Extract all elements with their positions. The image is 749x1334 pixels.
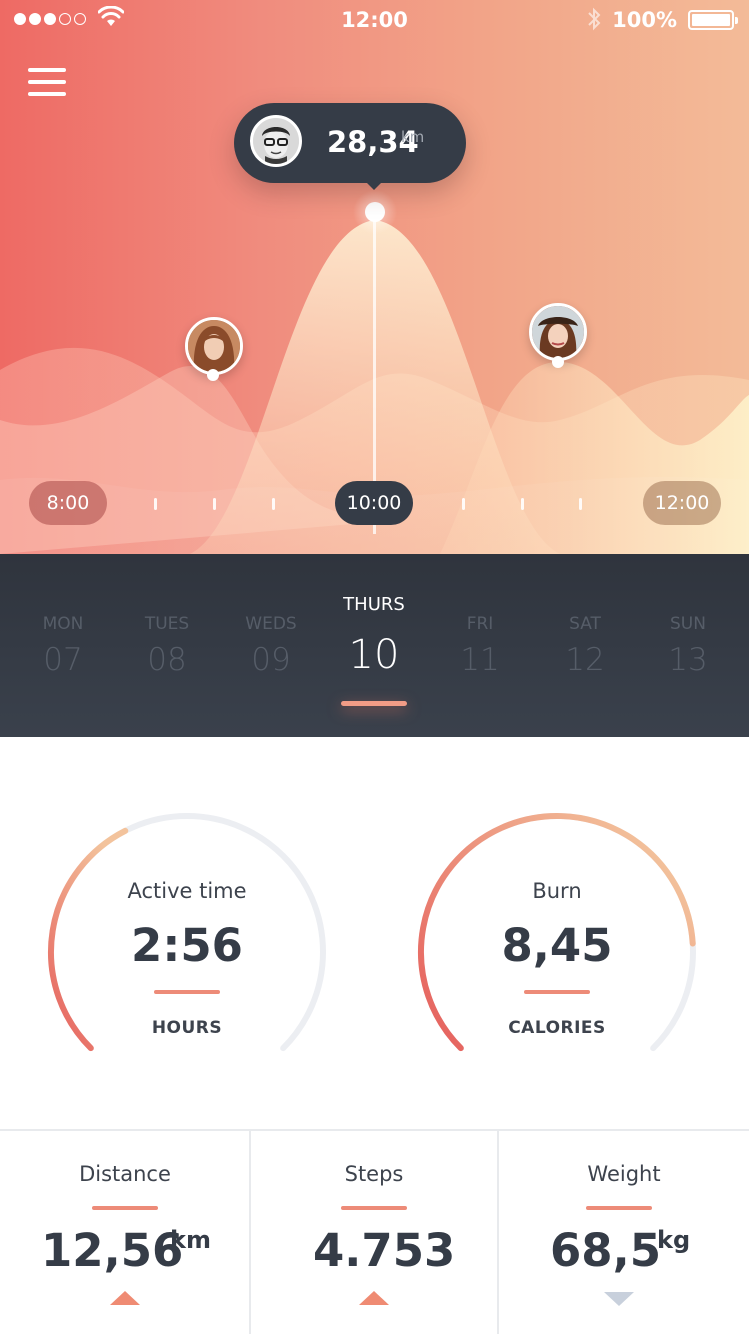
day-name: SAT: [569, 614, 601, 634]
timeline-tick: [272, 498, 275, 510]
app-screen: 12:00 100% 28,34 km 8:00 10:00 12:00 MON…: [0, 0, 749, 1334]
day-selector: MON 07 TUES 08 WEDS 09 THURS 10 FRI 11 S…: [0, 554, 749, 737]
burn-unit: CALORIES: [508, 1018, 606, 1038]
time-pill-start[interactable]: 8:00: [29, 481, 107, 525]
timeline-tick: [462, 498, 465, 510]
day-number: 09: [251, 642, 291, 678]
active-time-unit: HOURS: [151, 1018, 223, 1038]
day-number: 07: [43, 642, 83, 678]
hamburger-menu-icon[interactable]: [28, 68, 68, 96]
day-name: WEDS: [245, 614, 297, 634]
burn-label: Burn: [532, 879, 582, 903]
weight-divider: [586, 1206, 652, 1210]
trend-down-icon: [604, 1292, 634, 1306]
battery-percentage: 100%: [612, 8, 677, 32]
bluetooth-icon: [588, 7, 601, 31]
time-pill-end[interactable]: 12:00: [643, 481, 721, 525]
active-time-gauge[interactable]: Active time 2:56 HOURS: [47, 812, 327, 1072]
active-time-value: 2:56: [131, 919, 243, 972]
distance-stat[interactable]: Distance 12,56 km: [0, 1131, 250, 1334]
active-time-divider: [154, 990, 220, 994]
steps-divider: [341, 1206, 407, 1210]
steps-label: Steps: [344, 1162, 404, 1186]
friend-avatar-right[interactable]: [529, 303, 587, 361]
battery-icon: [688, 10, 738, 30]
day-name: MON: [42, 614, 84, 634]
day-name: TUES: [144, 614, 190, 634]
day-number: 08: [147, 642, 187, 678]
active-time-label: Active time: [127, 879, 247, 903]
timeline-tick: [521, 498, 524, 510]
day-number: 13: [668, 642, 708, 678]
distance-tooltip: 28,34 km: [234, 103, 466, 190]
day-number: 10: [348, 632, 400, 678]
day-number: 11: [460, 642, 500, 678]
steps-value: 4.753: [313, 1224, 456, 1277]
weight-value: 68,5: [550, 1224, 662, 1277]
activity-wave-chart: [0, 190, 749, 554]
friend-marker-right: [552, 356, 564, 368]
distance-value: 12,56: [41, 1224, 184, 1277]
timeline-tick: [154, 498, 157, 510]
trend-up-icon: [110, 1291, 140, 1305]
timeline-tick: [213, 498, 216, 510]
day-name: SUN: [670, 614, 706, 634]
steps-stat[interactable]: Steps 4.753: [251, 1131, 497, 1334]
burn-value: 8,45: [501, 919, 613, 972]
distance-divider: [92, 1206, 158, 1210]
distance-label: Distance: [79, 1162, 171, 1186]
burn-gauge[interactable]: Burn 8,45 CALORIES: [417, 812, 697, 1072]
day-name: FRI: [466, 614, 494, 634]
activity-chart-hero: 12:00 100% 28,34 km 8:00 10:00 12:00: [0, 0, 749, 554]
stats-row: Distance 12,56 km Steps 4.753 Weight 68,…: [0, 1129, 749, 1334]
distance-unit: km: [170, 1226, 211, 1254]
friend-avatar-left[interactable]: [185, 317, 243, 375]
tooltip-distance-unit: km: [401, 128, 425, 146]
friend-marker-left: [207, 369, 219, 381]
day-name: THURS: [343, 594, 405, 615]
timeline-tick: [579, 498, 582, 510]
selection-point: [365, 202, 385, 222]
weight-unit: kg: [657, 1226, 691, 1254]
time-pill-selected[interactable]: 10:00: [335, 481, 413, 525]
weight-label: Weight: [587, 1162, 661, 1186]
trend-up-icon: [359, 1291, 389, 1305]
weight-stat[interactable]: Weight 68,5 kg: [499, 1131, 749, 1334]
user-avatar: [250, 115, 302, 167]
day-number: 12: [565, 642, 605, 678]
selected-day-indicator: [341, 701, 407, 706]
burn-divider: [524, 990, 590, 994]
